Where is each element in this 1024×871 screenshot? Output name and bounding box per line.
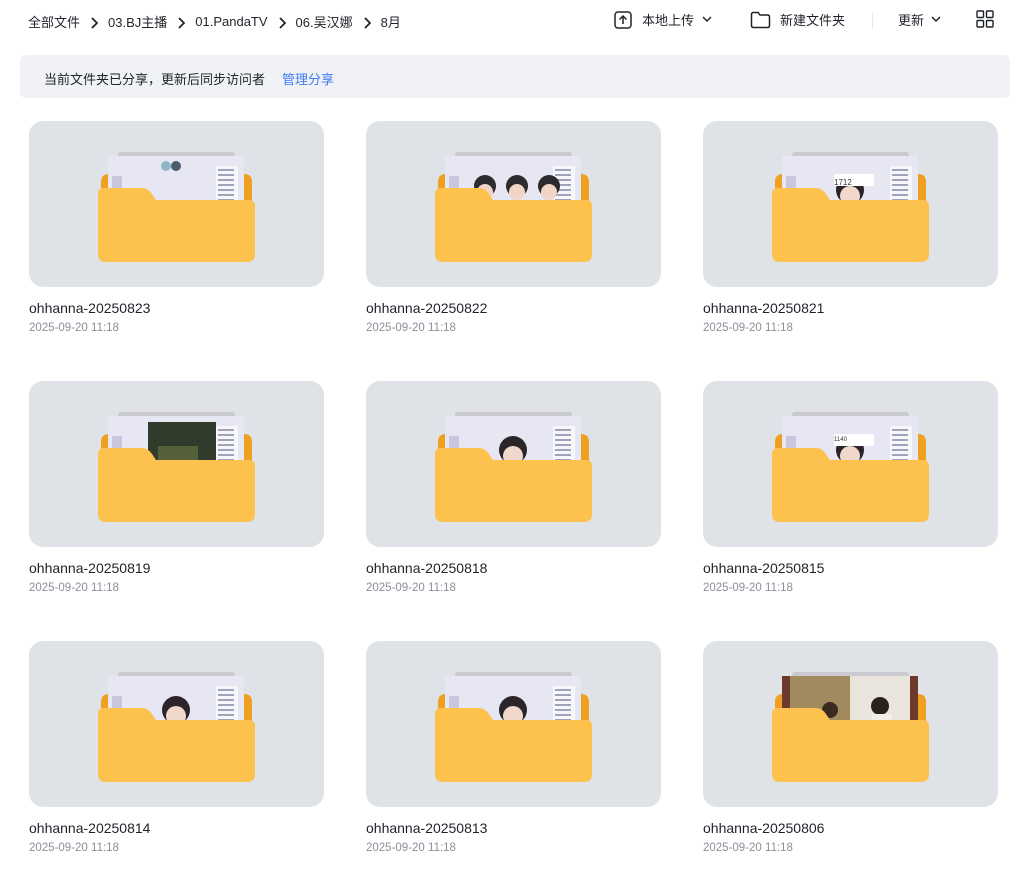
folder-modified-date: 2025-09-20 11:18: [703, 842, 793, 854]
share-notice-text: 当前文件夹已分享，更新后同步访问者: [44, 72, 266, 87]
view-count-badge: 1712: [834, 178, 852, 187]
sort-label: 更新: [898, 13, 925, 28]
folder-name[interactable]: ohhanna-20250806: [703, 820, 824, 836]
top-bar: 全部文件 03.BJ主播 01.PandaTV 06.吴汉娜 8月 本地上传 新…: [0, 0, 1024, 42]
folder-name[interactable]: ohhanna-20250823: [29, 300, 150, 316]
upload-icon: [614, 10, 632, 29]
new-folder-label: 新建文件夹: [780, 13, 846, 28]
folder-thumbnail[interactable]: 1712: [703, 121, 998, 287]
grid-view-button[interactable]: [976, 10, 994, 28]
upload-label: 本地上传: [642, 13, 695, 28]
folder-thumbnail[interactable]: [366, 381, 661, 547]
folder-name[interactable]: ohhanna-20250821: [703, 300, 824, 316]
folder-thumbnail[interactable]: [29, 381, 324, 547]
folder-icon: [435, 152, 592, 262]
folder-icon: [772, 672, 929, 782]
folder-modified-date: 2025-09-20 11:18: [703, 322, 793, 334]
share-notice-banner: 当前文件夹已分享，更新后同步访问者 管理分享: [20, 55, 1010, 98]
folder-thumbnail[interactable]: [29, 121, 324, 287]
toolbar-divider: [872, 13, 873, 29]
chevron-down-icon: [931, 16, 941, 23]
folder-modified-date: 2025-09-20 11:18: [29, 842, 119, 854]
folder-modified-date: 2025-09-20 11:18: [366, 322, 456, 334]
folder-modified-date: 2025-09-20 11:18: [366, 582, 456, 594]
folder-thumbnail[interactable]: [703, 641, 998, 807]
folder-icon: [98, 152, 255, 262]
folder-thumbnail[interactable]: [366, 641, 661, 807]
folder-modified-date: 2025-09-20 11:18: [29, 322, 119, 334]
folder-name[interactable]: ohhanna-20250822: [366, 300, 487, 316]
manage-share-link[interactable]: 管理分享: [282, 69, 334, 88]
folder-thumbnail[interactable]: [366, 121, 661, 287]
folder-name[interactable]: ohhanna-20250818: [366, 560, 487, 576]
view-count-badge: 1140: [834, 437, 847, 443]
folder-outline-icon: [750, 11, 771, 29]
grid-view-icon: [976, 10, 994, 28]
folder-thumbnail[interactable]: [29, 641, 324, 807]
folder-icon: [772, 152, 929, 262]
folder-modified-date: 2025-09-20 11:18: [366, 842, 456, 854]
sort-button[interactable]: 更新: [898, 10, 941, 29]
folder-thumbnail[interactable]: 1140: [703, 381, 998, 547]
folder-icon: [98, 672, 255, 782]
chevron-down-icon: [702, 16, 712, 23]
new-folder-button[interactable]: 新建文件夹: [750, 10, 845, 29]
folder-icon: [435, 412, 592, 522]
folder-icon: [435, 672, 592, 782]
folder-icon: [98, 412, 255, 522]
upload-button[interactable]: 本地上传: [614, 10, 712, 29]
folder-modified-date: 2025-09-20 11:18: [703, 582, 793, 594]
folder-icon: [772, 412, 929, 522]
folder-name[interactable]: ohhanna-20250813: [366, 820, 487, 836]
folder-name[interactable]: ohhanna-20250814: [29, 820, 150, 836]
folder-name[interactable]: ohhanna-20250819: [29, 560, 150, 576]
folder-modified-date: 2025-09-20 11:18: [29, 582, 119, 594]
folder-name[interactable]: ohhanna-20250815: [703, 560, 824, 576]
